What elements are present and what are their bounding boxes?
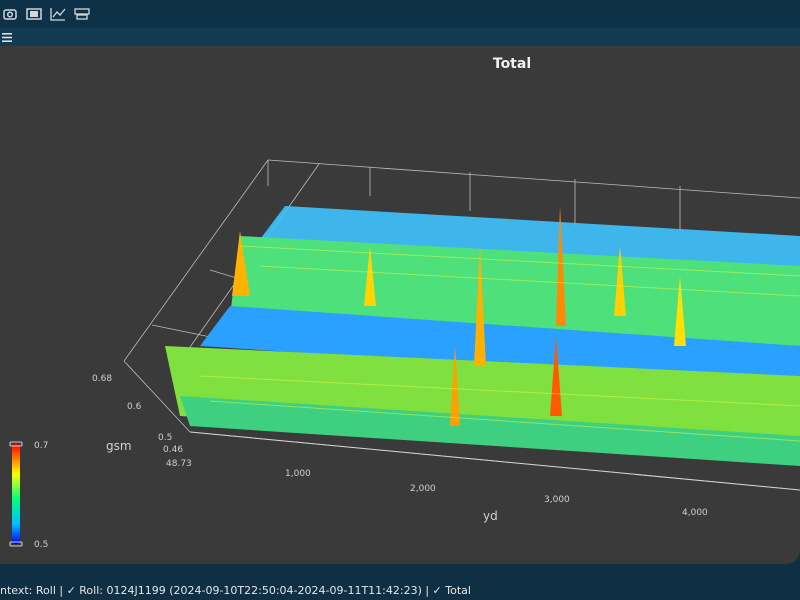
colorbar xyxy=(9,441,23,547)
film-icon[interactable] xyxy=(24,4,44,24)
camera-icon[interactable] xyxy=(0,4,20,24)
colorbar-min-label: 0.5 xyxy=(34,540,48,550)
ruler-icon[interactable] xyxy=(72,4,92,24)
line-chart-icon[interactable] xyxy=(48,4,68,24)
colorbar-max-label: 0.7 xyxy=(34,441,48,451)
x-tick-label: 1,000 xyxy=(285,469,311,479)
status-text: ntext: Roll | ✓ Roll: 0124J1199 (2024-09… xyxy=(0,583,471,597)
y-tick-label: 0.46 xyxy=(163,445,183,455)
menu-icon[interactable] xyxy=(0,30,14,44)
surface-plot[interactable]: 0.68 0.6 0.5 0.46 gsm 48.73 1,000 2,000 … xyxy=(0,46,800,564)
y-tick-label: 0.68 xyxy=(92,374,112,384)
x-tick-label: 3,000 xyxy=(544,495,570,505)
x-tick-label: 2,000 xyxy=(410,484,436,494)
x-tick-label: 4,000 xyxy=(682,508,708,518)
y-tick-label: 0.6 xyxy=(127,402,142,412)
status-bar: ntext: Roll | ✓ Roll: 0124J1199 (2024-09… xyxy=(0,580,800,600)
chart-panel[interactable]: Total 0.68 0.6 0.5 0.46 gsm 48.73 1,000 … xyxy=(0,46,800,564)
y-tick-label: 0.5 xyxy=(158,433,172,443)
y-axis-title: gsm xyxy=(106,439,132,453)
secondary-toolbar xyxy=(0,28,800,46)
x-axis-title: yd xyxy=(483,509,498,523)
y-min-label: 48.73 xyxy=(166,459,192,469)
top-toolbar xyxy=(0,0,800,29)
